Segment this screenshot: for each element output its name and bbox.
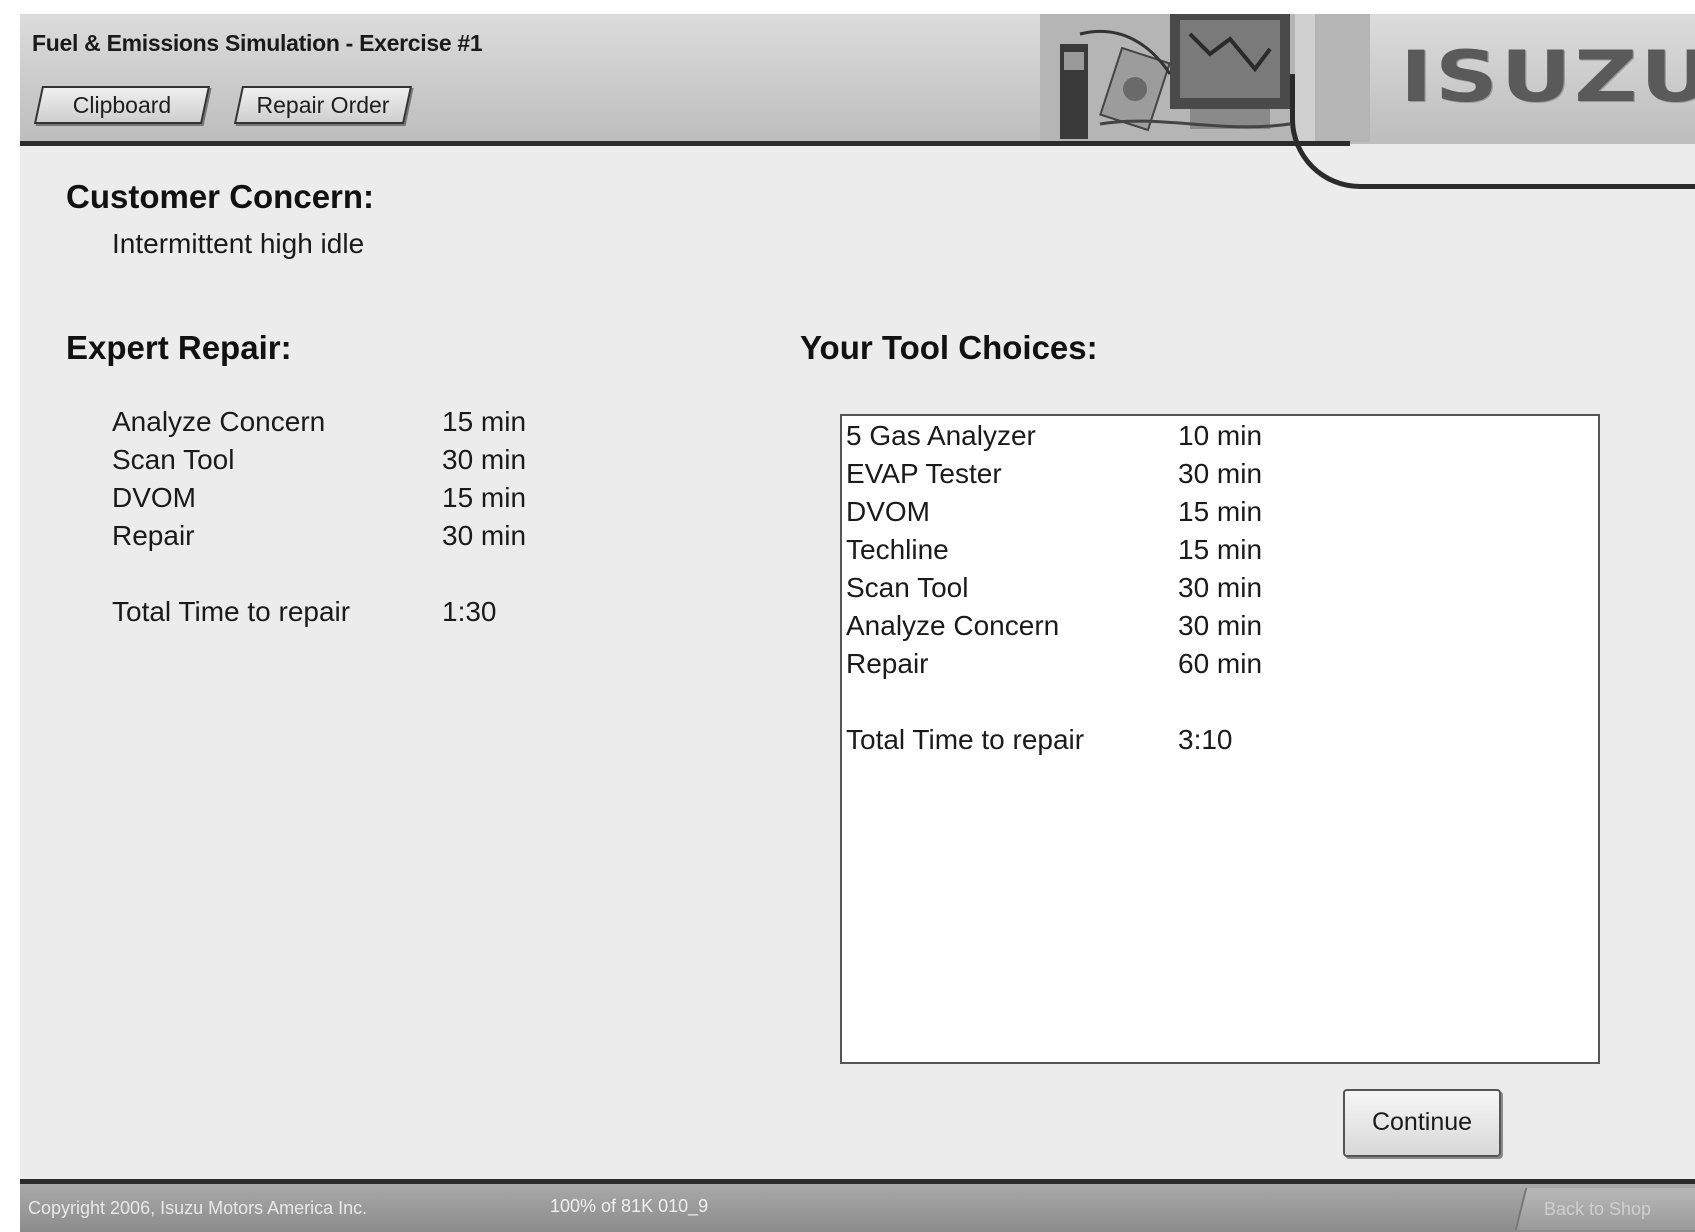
item-time: 15 min	[1178, 534, 1263, 565]
tab-repair-order-label: Repair Order	[256, 92, 390, 118]
tab-clipboard[interactable]: Clipboard	[38, 86, 206, 124]
tool-choices-heading: Your Tool Choices:	[800, 329, 1098, 366]
item-label: Techline	[846, 534, 949, 565]
item-label: Repair	[846, 648, 929, 679]
continue-button[interactable]: Continue	[1343, 1089, 1501, 1157]
tool-choices-list-box[interactable]: 5 Gas Analyzer 10 min EVAP Tester 30 min…	[840, 414, 1600, 1064]
item-time: 30 min	[442, 520, 527, 551]
item-label: EVAP Tester	[846, 458, 1002, 489]
item-label: DVOM	[846, 496, 930, 527]
header-curve-divider	[1290, 74, 1695, 189]
footer-bar: Copyright 2006, Isuzu Motors America Inc…	[20, 1184, 1695, 1232]
tab-repair-order[interactable]: Repair Order	[238, 86, 408, 124]
item-time: 30 min	[1178, 458, 1263, 489]
item-label: Analyze Concern	[846, 610, 1060, 641]
customer-concern-heading: Customer Concern:	[66, 178, 375, 215]
total-value: 3:10	[1178, 724, 1233, 755]
header-divider	[20, 141, 1350, 146]
customer-concern-text: Intermittent high idle	[112, 228, 365, 259]
simulation-window: Fuel & Emissions Simulation - Exercise #…	[20, 14, 1695, 1232]
item-time: 10 min	[1178, 420, 1263, 451]
item-time: 30 min	[1178, 572, 1263, 603]
expert-repair-heading: Expert Repair:	[66, 329, 292, 366]
item-time: 60 min	[1178, 648, 1263, 679]
item-time: 30 min	[442, 444, 527, 475]
total-label: Total Time to repair	[112, 596, 351, 627]
total-value: 1:30	[442, 596, 497, 627]
copyright-text: Copyright 2006, Isuzu Motors America Inc…	[28, 1198, 368, 1218]
item-time: 30 min	[1178, 610, 1263, 641]
item-time: 15 min	[442, 482, 527, 513]
item-label: DVOM	[112, 482, 196, 513]
item-time: 15 min	[1178, 496, 1263, 527]
item-label: Scan Tool	[846, 572, 969, 603]
back-to-shop-button[interactable]: Back to Shop	[1514, 1188, 1695, 1230]
item-time: 15 min	[442, 406, 527, 437]
item-label: 5 Gas Analyzer	[846, 420, 1036, 451]
app-title: Fuel & Emissions Simulation - Exercise #…	[32, 30, 483, 56]
back-to-shop-label: Back to Shop	[1544, 1199, 1652, 1219]
item-label: Repair	[112, 520, 195, 551]
item-label: Scan Tool	[112, 444, 235, 475]
total-label: Total Time to repair	[846, 724, 1085, 755]
item-label: Analyze Concern	[112, 406, 326, 437]
tab-clipboard-label: Clipboard	[72, 92, 172, 118]
load-status-text: 100% of 81K 010_9	[550, 1196, 709, 1216]
